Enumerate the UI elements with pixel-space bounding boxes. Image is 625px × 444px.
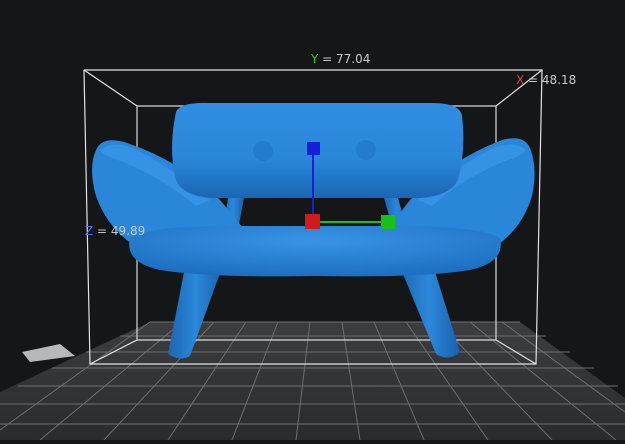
dimension-x-value: 48.18 (541, 73, 577, 87)
button-tuft-left (253, 141, 273, 161)
dimension-y-label: Y = 77.04 (311, 52, 370, 66)
gizmo-z-handle[interactable] (307, 142, 320, 155)
gizmo-x-handle[interactable] (305, 214, 320, 229)
chair-model[interactable] (92, 102, 535, 359)
dimension-x-axis: X (516, 73, 525, 87)
scene-svg[interactable] (0, 0, 625, 441)
dimension-x-sep: = (524, 73, 542, 87)
dimension-z-sep: = (93, 224, 111, 238)
dimension-z-value: 49.89 (110, 224, 146, 238)
dimension-y-value: 77.04 (336, 52, 371, 66)
bed-logo-icon (22, 344, 75, 362)
gizmo-y-handle[interactable] (381, 215, 395, 229)
dimension-x-label: X = 48.18 (516, 73, 576, 87)
button-tuft-right (356, 140, 376, 160)
3d-viewport[interactable]: Y = 77.04 X = 48.18 Z = 49.89 (0, 0, 625, 441)
dimension-y-sep: = (318, 52, 337, 66)
seat-cushion (129, 226, 501, 277)
dimension-z-label: Z = 49.89 (85, 224, 145, 238)
dimension-z-axis: Z (85, 224, 94, 238)
